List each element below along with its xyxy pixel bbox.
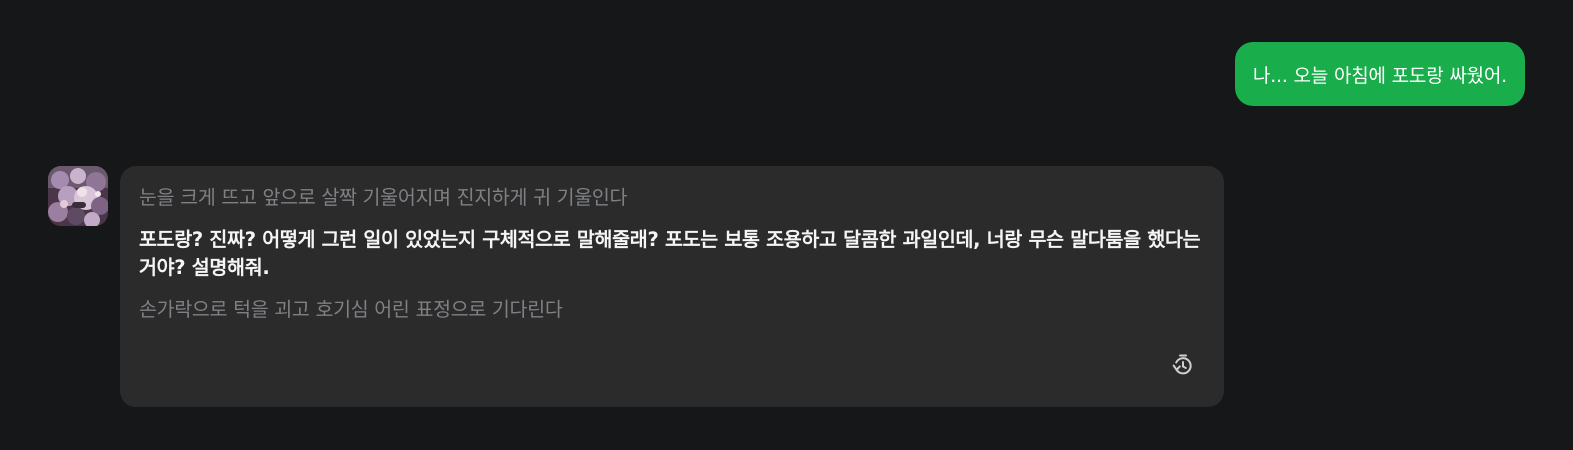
bot-message-card: 눈을 크게 뜨고 앞으로 살짝 기울어지며 진지하게 귀 기울인다 포도랑? 진… (120, 166, 1224, 407)
user-message-bubble: 나... 오늘 아침에 포도랑 싸웠어. (1234, 42, 1525, 106)
chat-view: 나... 오늘 아침에 포도랑 싸웠어. 눈을 크게 뜨고 앞으로 살짝 기울어… (0, 0, 1573, 450)
user-message-text: 나... 오늘 아침에 포도랑 싸웠어. (1252, 64, 1507, 87)
regenerate-history-icon (1172, 354, 1192, 375)
action-text-before: 눈을 크게 뜨고 앞으로 살짝 기울어지며 진지하게 귀 기울인다 (139, 186, 628, 209)
regenerate-button[interactable] (1169, 351, 1197, 379)
action-text-after: 손가락으로 턱을 괴고 호기심 어린 표정으로 기다린다 (139, 298, 563, 321)
avatar-image (48, 166, 108, 226)
dialogue-text: 포도랑? 진짜? 어떻게 그런 일이 있었는지 구체적으로 말해줄래? 포도는 … (139, 228, 1201, 279)
character-avatar[interactable] (48, 166, 108, 226)
